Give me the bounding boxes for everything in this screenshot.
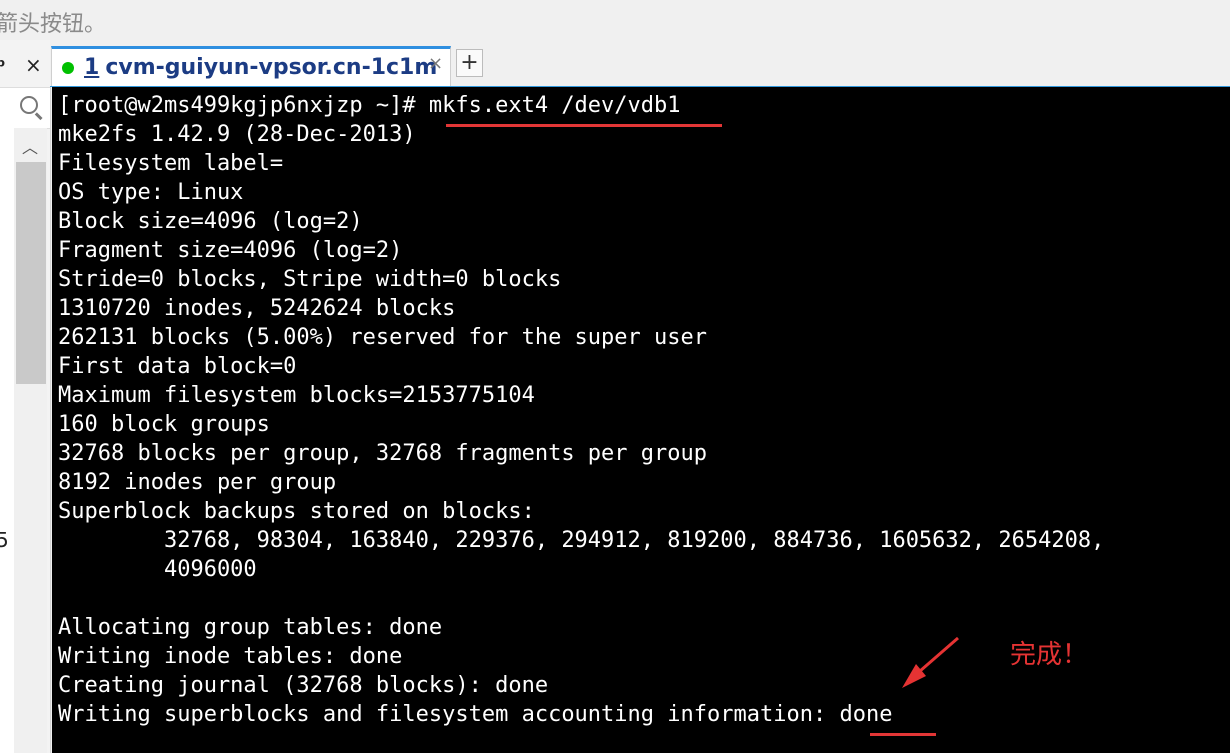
new-tab-button[interactable]: + bbox=[456, 49, 483, 77]
search-icon[interactable] bbox=[20, 96, 38, 114]
chevron-up-icon[interactable]: ︿ bbox=[22, 134, 38, 158]
command-highlight-underline bbox=[446, 124, 722, 127]
terminal-line: [root@w2ms499kgjp6nxjzp ~]# mkfs.ext4 /d… bbox=[58, 93, 681, 118]
close-panel-icon[interactable]: × bbox=[25, 53, 42, 77]
instruction-text: 箭头按钮。 bbox=[0, 12, 107, 37]
terminal-line: 32768 blocks per group, 32768 fragments … bbox=[58, 441, 708, 466]
terminal-line: 32768, 98304, 163840, 229376, 294912, 81… bbox=[58, 528, 1105, 553]
tab-number: 1 bbox=[84, 55, 100, 80]
scrollbar-thumb[interactable] bbox=[16, 162, 46, 384]
terminal-line: OS type: Linux bbox=[58, 180, 244, 205]
terminal-line: Maximum filesystem blocks=2153775104 bbox=[58, 383, 535, 408]
session-search-box[interactable] bbox=[0, 87, 50, 129]
session-tree[interactable]: 5 bbox=[0, 128, 14, 753]
session-panel-header: ᵖ × bbox=[0, 48, 50, 86]
terminal-line: Fragment size=4096 (log=2) bbox=[58, 238, 403, 263]
terminal-line: 262131 blocks (5.00%) reserved for the s… bbox=[58, 325, 708, 350]
close-tab-icon[interactable]: × bbox=[428, 53, 443, 74]
session-manager-panel: ᵖ × 5 ︿ bbox=[0, 40, 51, 753]
connected-status-icon bbox=[62, 62, 74, 74]
pin-icon[interactable]: ᵖ bbox=[0, 54, 6, 78]
terminal-line: First data block=0 bbox=[58, 354, 297, 379]
completion-annotation: 完成！ bbox=[1010, 640, 1089, 670]
terminal-tab-bar: 1 cvm-guiyun-vpsor.cn-1c1m × + bbox=[50, 40, 1230, 87]
terminal-line: Stride=0 blocks, Stripe width=0 blocks bbox=[58, 267, 562, 292]
terminal-line: 1310720 inodes, 5242624 blocks bbox=[58, 296, 456, 321]
terminal-line: Writing inode tables: done bbox=[58, 644, 403, 669]
tab-label: cvm-guiyun-vpsor.cn-1c1m bbox=[105, 55, 438, 80]
terminal-line: Filesystem label= bbox=[58, 151, 284, 176]
session-scrollbar[interactable]: ︿ bbox=[14, 128, 47, 753]
terminal-line: Block size=4096 (log=2) bbox=[58, 209, 363, 234]
terminal-line: Superblock backups stored on blocks: bbox=[58, 499, 535, 524]
terminal-line: Writing superblocks and filesystem accou… bbox=[58, 702, 893, 727]
done-highlight-underline bbox=[870, 733, 936, 736]
terminal-line: 160 block groups bbox=[58, 412, 270, 437]
terminal-line: Creating journal (32768 blocks): done bbox=[58, 673, 549, 698]
top-instruction-text-strip: 箭头按钮。 bbox=[0, 0, 1230, 40]
tab-session[interactable]: 1 cvm-guiyun-vpsor.cn-1c1m × bbox=[51, 46, 451, 86]
terminal-lines: [root@w2ms499kgjp6nxjzp ~]# mkfs.ext4 /d… bbox=[58, 91, 1104, 729]
terminal-line: 8192 inodes per group bbox=[58, 470, 337, 495]
session-tree-item-fragment: 5 bbox=[0, 528, 9, 552]
tab-title: 1 cvm-guiyun-vpsor.cn-1c1m bbox=[84, 55, 437, 80]
terminal-line: 4096000 bbox=[58, 557, 257, 582]
terminal-line: Allocating group tables: done bbox=[58, 615, 443, 640]
